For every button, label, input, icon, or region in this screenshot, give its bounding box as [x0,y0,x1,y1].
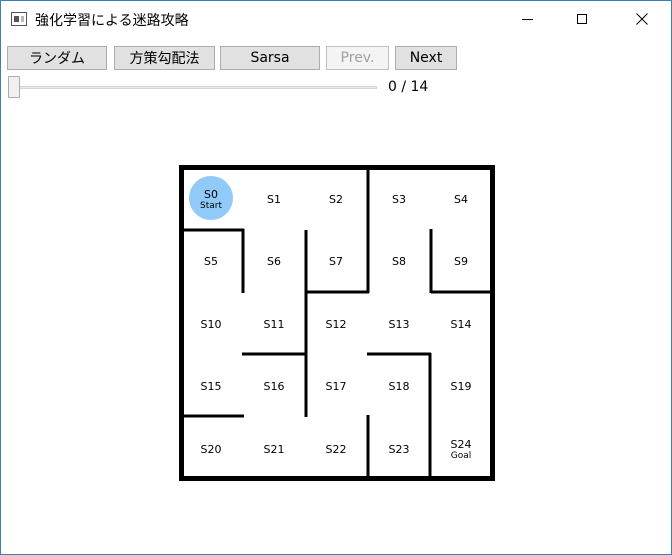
prev-button[interactable]: Prev. [326,46,389,70]
minimize-button[interactable] [504,1,550,37]
maximize-button[interactable] [559,1,605,37]
maze-cell-s22: S22 [325,443,347,456]
close-button[interactable] [619,1,665,37]
maze-cell-s4: S4 [454,193,468,206]
maze-cell-s6: S6 [267,255,281,268]
maze-cell-s10: S10 [200,318,222,331]
maze-cell-s9: S9 [454,255,468,268]
maze-cell-s18: S18 [388,380,410,393]
step-slider-track[interactable] [13,86,377,89]
cell-label: S24 [450,438,472,451]
step-readout: 0 / 14 [388,79,429,95]
close-icon [636,13,648,25]
maze-cell-s3: S3 [392,193,406,206]
maze-cell-s12: S12 [325,318,347,331]
maze-cell-s15: S15 [200,380,222,393]
maze-cell-s8: S8 [392,255,406,268]
policy-gradient-button[interactable]: 方策勾配法 [114,46,215,70]
maze-cell-s0: S0 Start [180,188,242,212]
maze-cell-s2: S2 [329,193,343,206]
app-icon [11,12,27,26]
maze-cell-s24: S24 Goal [430,438,492,462]
maze-cell-s21: S21 [263,443,285,456]
maze-cell-s11: S11 [263,318,285,331]
sarsa-button[interactable]: Sarsa [220,46,320,70]
maze-cell-s7: S7 [329,255,343,268]
goal-label: Goal [450,451,472,461]
maze-cell-s20: S20 [200,443,222,456]
maze-cell-s14: S14 [450,318,472,331]
next-button[interactable]: Next [395,46,457,70]
maze-cell-s13: S13 [388,318,410,331]
minimize-icon [521,18,533,20]
maximize-icon [577,14,587,24]
app-window: 強化学習による迷路攻略 ランダム 方策勾配法 Sarsa Prev. Next … [0,0,672,555]
random-button[interactable]: ランダム [7,46,107,70]
cell-label: S0 [204,188,218,201]
maze-cell-s16: S16 [263,380,285,393]
maze-cell-s5: S5 [204,255,218,268]
start-label: Start [200,201,222,211]
maze-cell-s1: S1 [267,193,281,206]
window-title: 強化学習による迷路攻略 [35,13,189,29]
step-slider-thumb[interactable] [8,76,20,98]
maze-cell-s17: S17 [325,380,347,393]
title-bar[interactable]: 強化学習による迷路攻略 [1,1,671,37]
maze-cell-s19: S19 [450,380,472,393]
maze-cell-s23: S23 [388,443,410,456]
